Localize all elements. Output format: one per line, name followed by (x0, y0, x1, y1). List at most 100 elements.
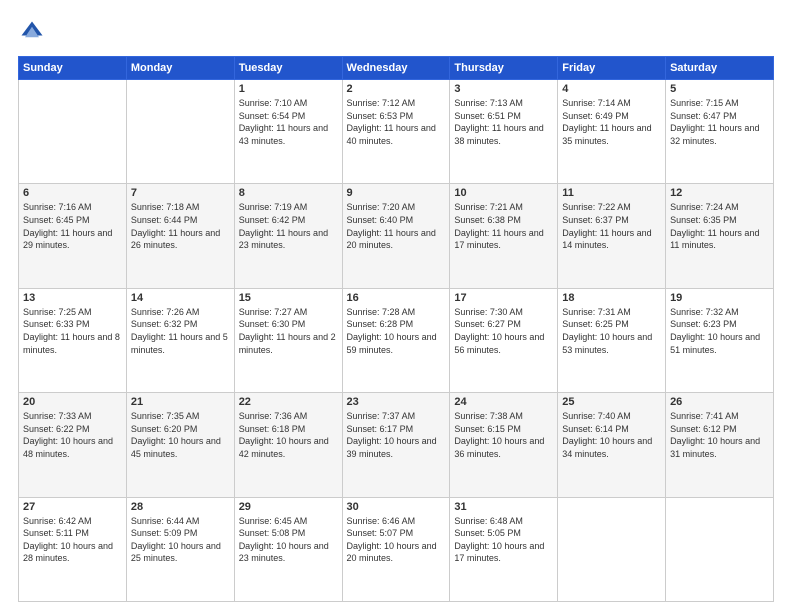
day-cell: 10 Sunrise: 7:21 AMSunset: 6:38 PMDayligh… (450, 184, 558, 288)
day-cell: 5Sunrise: 7:15 AMSunset: 6:47 PMDaylight… (666, 80, 774, 184)
col-header-thursday: Thursday (450, 57, 558, 80)
day-cell: 25Sunrise: 7:40 AMSunset: 6:14 PMDayligh… (558, 393, 666, 497)
week-row-3: 13 Sunrise: 7:25 AMSunset: 6:33 PMDayligh… (19, 288, 774, 392)
day-number: 18 (562, 292, 661, 304)
day-number: 7 (131, 187, 230, 199)
logo-icon (18, 18, 46, 46)
col-header-saturday: Saturday (666, 57, 774, 80)
day-info: Sunrise: 7:21 AMSunset: 6:38 PMDaylight:… (454, 201, 553, 251)
day-number: 22 (239, 396, 338, 408)
day-info: Sunrise: 7:18 AMSunset: 6:44 PMDaylight:… (131, 201, 230, 251)
day-number: 20 (23, 396, 122, 408)
day-info: Sunrise: 7:31 AMSunset: 6:25 PMDaylight:… (562, 306, 661, 356)
day-info: Sunrise: 6:42 AMSunset: 5:11 PMDaylight:… (23, 515, 122, 565)
day-number: 14 (131, 292, 230, 304)
day-cell: 3 Sunrise: 7:13 AMSunset: 6:51 PMDaylight… (450, 80, 558, 184)
day-cell: 9 Sunrise: 7:20 AMSunset: 6:40 PMDaylight… (342, 184, 450, 288)
day-info: Sunrise: 7:13 AMSunset: 6:51 PMDaylight:… (454, 97, 553, 147)
day-cell: 1 Sunrise: 7:10 AMSunset: 6:54 PMDaylight… (234, 80, 342, 184)
day-number: 3 (454, 83, 553, 95)
day-info: Sunrise: 7:27 AMSunset: 6:30 PMDaylight:… (239, 306, 338, 356)
day-number: 16 (347, 292, 446, 304)
day-info: Sunrise: 7:16 AMSunset: 6:45 PMDaylight:… (23, 201, 122, 251)
day-cell: 23Sunrise: 7:37 AMSunset: 6:17 PMDayligh… (342, 393, 450, 497)
day-cell: 21 Sunrise: 7:35 AMSunset: 6:20 PMDayligh… (126, 393, 234, 497)
day-info: Sunrise: 7:10 AMSunset: 6:54 PMDaylight:… (239, 97, 338, 147)
day-info: Sunrise: 7:19 AMSunset: 6:42 PMDaylight:… (239, 201, 338, 251)
day-info: Sunrise: 7:22 AMSunset: 6:37 PMDaylight:… (562, 201, 661, 251)
day-info: Sunrise: 7:41 AMSunset: 6:12 PMDaylight:… (670, 410, 769, 460)
page: SundayMondayTuesdayWednesdayThursdayFrid… (0, 0, 792, 612)
day-number: 27 (23, 501, 122, 513)
day-cell: 15 Sunrise: 7:27 AMSunset: 6:30 PMDayligh… (234, 288, 342, 392)
day-number: 8 (239, 187, 338, 199)
day-number: 17 (454, 292, 553, 304)
header (18, 18, 774, 46)
day-cell: 6 Sunrise: 7:16 AMSunset: 6:45 PMDaylight… (19, 184, 127, 288)
day-info: Sunrise: 7:28 AMSunset: 6:28 PMDaylight:… (347, 306, 446, 356)
day-number: 28 (131, 501, 230, 513)
logo (18, 18, 50, 46)
day-info: Sunrise: 7:20 AMSunset: 6:40 PMDaylight:… (347, 201, 446, 251)
col-header-friday: Friday (558, 57, 666, 80)
day-number: 4 (562, 83, 661, 95)
day-info: Sunrise: 7:37 AMSunset: 6:17 PMDaylight:… (347, 410, 446, 460)
week-row-5: 27 Sunrise: 6:42 AMSunset: 5:11 PMDayligh… (19, 497, 774, 601)
day-info: Sunrise: 7:14 AMSunset: 6:49 PMDaylight:… (562, 97, 661, 147)
day-cell: 18 Sunrise: 7:31 AMSunset: 6:25 PMDayligh… (558, 288, 666, 392)
day-info: Sunrise: 7:12 AMSunset: 6:53 PMDaylight:… (347, 97, 446, 147)
day-number: 9 (347, 187, 446, 199)
day-info: Sunrise: 7:35 AMSunset: 6:20 PMDaylight:… (131, 410, 230, 460)
day-info: Sunrise: 7:33 AMSunset: 6:22 PMDaylight:… (23, 410, 122, 460)
day-number: 21 (131, 396, 230, 408)
col-header-wednesday: Wednesday (342, 57, 450, 80)
day-cell: 2 Sunrise: 7:12 AMSunset: 6:53 PMDaylight… (342, 80, 450, 184)
day-cell: 22 Sunrise: 7:36 AMSunset: 6:18 PMDayligh… (234, 393, 342, 497)
day-number: 10 (454, 187, 553, 199)
day-number: 1 (239, 83, 338, 95)
day-number: 19 (670, 292, 769, 304)
day-info: Sunrise: 6:44 AMSunset: 5:09 PMDaylight:… (131, 515, 230, 565)
day-cell: 14 Sunrise: 7:26 AMSunset: 6:32 PMDayligh… (126, 288, 234, 392)
calendar-header-row: SundayMondayTuesdayWednesdayThursdayFrid… (19, 57, 774, 80)
day-info: Sunrise: 7:36 AMSunset: 6:18 PMDaylight:… (239, 410, 338, 460)
col-header-sunday: Sunday (19, 57, 127, 80)
day-number: 5 (670, 83, 769, 95)
day-info: Sunrise: 7:30 AMSunset: 6:27 PMDaylight:… (454, 306, 553, 356)
day-number: 26 (670, 396, 769, 408)
week-row-1: 1 Sunrise: 7:10 AMSunset: 6:54 PMDaylight… (19, 80, 774, 184)
day-number: 15 (239, 292, 338, 304)
day-number: 29 (239, 501, 338, 513)
day-number: 30 (347, 501, 446, 513)
calendar-table: SundayMondayTuesdayWednesdayThursdayFrid… (18, 56, 774, 602)
day-number: 24 (454, 396, 553, 408)
day-number: 6 (23, 187, 122, 199)
day-info: Sunrise: 7:32 AMSunset: 6:23 PMDaylight:… (670, 306, 769, 356)
day-cell: 26 Sunrise: 7:41 AMSunset: 6:12 PMDayligh… (666, 393, 774, 497)
day-cell: 28 Sunrise: 6:44 AMSunset: 5:09 PMDayligh… (126, 497, 234, 601)
day-number: 13 (23, 292, 122, 304)
day-cell: 11Sunrise: 7:22 AMSunset: 6:37 PMDayligh… (558, 184, 666, 288)
week-row-2: 6 Sunrise: 7:16 AMSunset: 6:45 PMDaylight… (19, 184, 774, 288)
day-cell: 4 Sunrise: 7:14 AMSunset: 6:49 PMDaylight… (558, 80, 666, 184)
day-cell: 31Sunrise: 6:48 AMSunset: 5:05 PMDayligh… (450, 497, 558, 601)
day-cell: 19 Sunrise: 7:32 AMSunset: 6:23 PMDayligh… (666, 288, 774, 392)
day-number: 12 (670, 187, 769, 199)
day-info: Sunrise: 7:24 AMSunset: 6:35 PMDaylight:… (670, 201, 769, 251)
day-info: Sunrise: 6:48 AMSunset: 5:05 PMDaylight:… (454, 515, 553, 565)
day-info: Sunrise: 7:38 AMSunset: 6:15 PMDaylight:… (454, 410, 553, 460)
col-header-monday: Monday (126, 57, 234, 80)
day-number: 25 (562, 396, 661, 408)
day-info: Sunrise: 7:25 AMSunset: 6:33 PMDaylight:… (23, 306, 122, 356)
day-cell: 13 Sunrise: 7:25 AMSunset: 6:33 PMDayligh… (19, 288, 127, 392)
day-cell: 24 Sunrise: 7:38 AMSunset: 6:15 PMDayligh… (450, 393, 558, 497)
day-cell: 27 Sunrise: 6:42 AMSunset: 5:11 PMDayligh… (19, 497, 127, 601)
day-cell (558, 497, 666, 601)
day-cell (666, 497, 774, 601)
day-number: 2 (347, 83, 446, 95)
col-header-tuesday: Tuesday (234, 57, 342, 80)
day-info: Sunrise: 7:26 AMSunset: 6:32 PMDaylight:… (131, 306, 230, 356)
week-row-4: 20 Sunrise: 7:33 AMSunset: 6:22 PMDayligh… (19, 393, 774, 497)
day-cell (126, 80, 234, 184)
day-cell: 20 Sunrise: 7:33 AMSunset: 6:22 PMDayligh… (19, 393, 127, 497)
